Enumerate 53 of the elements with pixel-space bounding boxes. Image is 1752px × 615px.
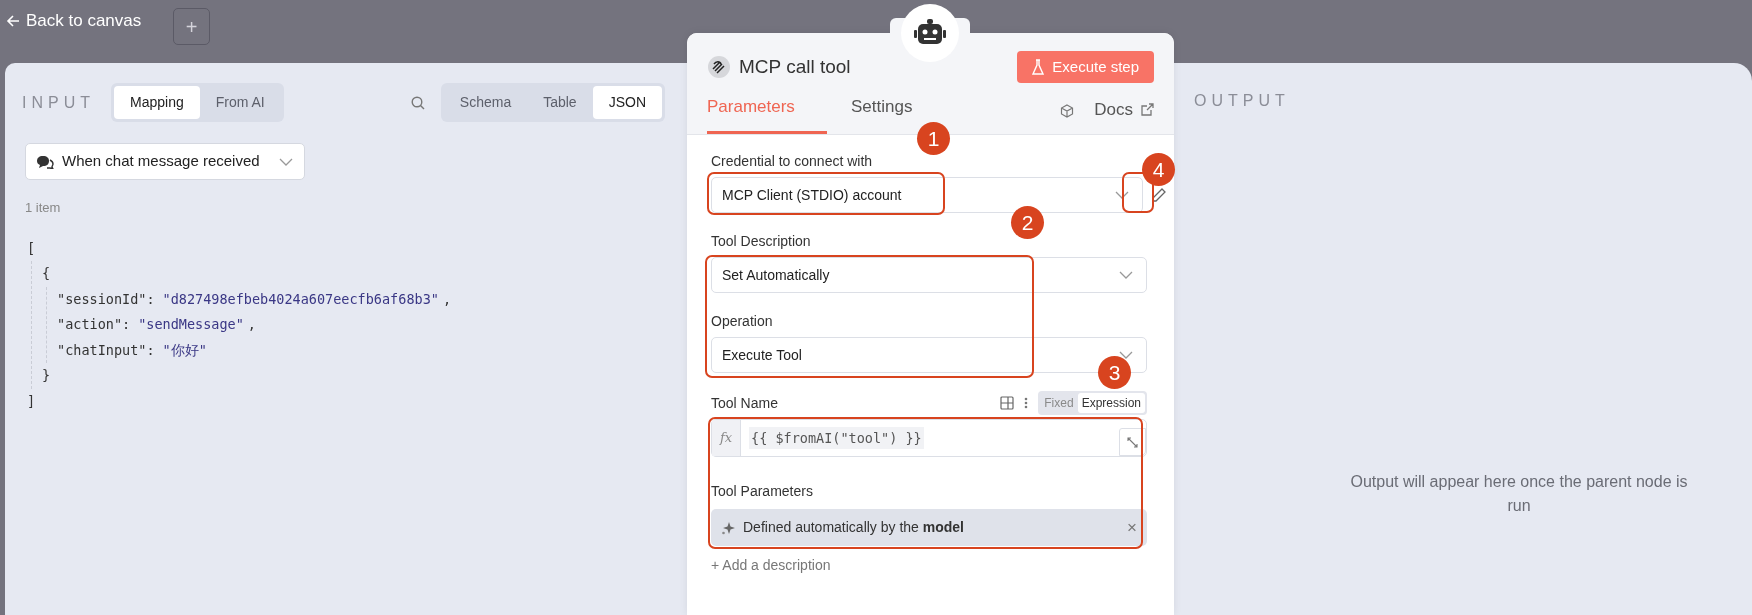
view-tab[interactable]: Table [527,86,593,119]
settings-tab[interactable]: Settings [851,93,913,134]
panel-title: OUTPUT [1194,91,1291,111]
flask-icon [1032,59,1045,75]
field-label: Credential to connect with [711,152,874,171]
json-value: "你好" [162,340,207,360]
view-tab[interactable]: Schema [443,86,528,119]
layout-icon [1000,396,1015,410]
mode-tab[interactable]: From AI [199,86,281,119]
expand-button[interactable] [1119,428,1146,456]
pencil-icon [1151,187,1167,203]
trigger-select[interactable]: When chat message received [25,143,305,180]
json-comma: , [442,289,452,309]
select-field[interactable]: Set Automatically [711,257,1147,293]
edit-button[interactable] [1151,187,1167,203]
json-comma: , [247,315,256,334]
json-key: "action": [57,312,131,338]
clear-button[interactable]: × [1127,514,1137,541]
json-key: "chatInput": [57,337,155,363]
json-bracket: { [42,264,52,283]
field-label: Tool Description [711,232,812,251]
panel-title: INPUT [22,92,95,113]
arrow-left-icon [6,13,20,28]
sparkle-icon [721,520,735,535]
json-bracket: ] [27,391,37,411]
item-count: 1 item [25,199,62,217]
view-tab[interactable]: JSON [592,86,662,119]
more-options-icon [1024,396,1029,410]
field-label: Tool Parameters [711,482,814,501]
empty-output-message: Output will appear here once the parent node is run [1349,472,1689,516]
json-bracket: } [42,366,52,385]
json-value: "d827498efbeb4024a607eecfb6af68b3" [162,289,439,309]
auto-parameters-text: Defined automatically by the model [743,518,964,537]
back-to-canvas-link[interactable]: Back to canvas [6,8,142,34]
coil-logo-icon [707,55,731,79]
external-link-icon [1141,102,1154,116]
cube-icon [1060,104,1075,118]
mode-toggle[interactable]: Expression [1077,393,1145,413]
expand-icon [1127,436,1138,448]
json-bracket: [ [27,238,37,258]
add-description-link[interactable]: + Add a description [711,555,831,576]
docs-link[interactable]: Docs [1094,96,1154,122]
search-icon [410,95,425,110]
fx-label: fx [712,420,741,456]
chat-bubbles-icon [36,154,54,169]
field-label: Operation [711,312,774,331]
mode-tab[interactable]: Mapping [114,86,200,119]
expression-value: {{ $fromAI("tool") }} [749,426,924,450]
robot-icon [914,19,946,47]
json-key: "sessionId": [57,286,155,312]
json-value: "sendMessage" [138,315,244,334]
field-label: Tool Name [711,393,778,413]
node-title: MCP call tool [739,54,851,79]
